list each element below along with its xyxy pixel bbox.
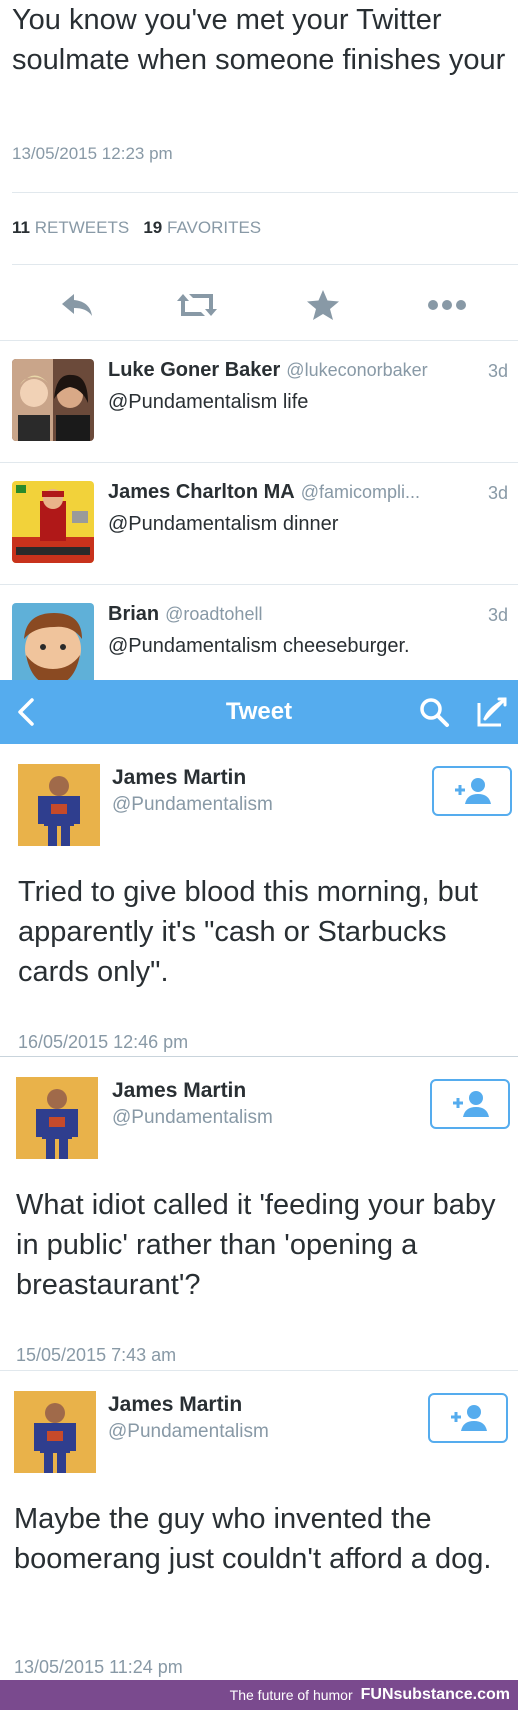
tweet-actions xyxy=(0,280,518,330)
avatar[interactable] xyxy=(16,1077,98,1159)
tweet-text: Maybe the guy who invented the boomerang… xyxy=(14,1503,492,1575)
reply-icon[interactable] xyxy=(52,280,102,330)
tweet-card[interactable]: James Martin @Pundamentalism What idiot … xyxy=(0,1056,518,1368)
tweet-handle[interactable]: @Pundamentalism xyxy=(112,794,273,816)
reply-item[interactable]: Luke Goner Baker @lukeconorbaker 3d @Pund… xyxy=(0,340,518,462)
reply-author[interactable]: Luke Goner Baker @lukeconorbaker xyxy=(108,359,428,382)
search-icon[interactable] xyxy=(416,694,452,730)
avatar[interactable] xyxy=(14,1391,96,1473)
reply-author[interactable]: Brian @roadtohell xyxy=(108,603,262,626)
retweets-label[interactable]: RETWEETS xyxy=(35,218,129,237)
favorite-icon[interactable] xyxy=(298,280,348,330)
tweet-timestamp: 16/05/2015 12:46 pm xyxy=(18,1032,189,1052)
tweet-author[interactable]: James Martin xyxy=(112,766,246,790)
more-icon[interactable] xyxy=(422,280,472,330)
follow-button[interactable] xyxy=(430,1079,510,1129)
compose-icon[interactable] xyxy=(474,694,510,730)
retweet-icon[interactable] xyxy=(172,280,222,330)
watermark-bar: The future of humor FUNsubstance.com xyxy=(0,1680,518,1710)
favorites-count[interactable]: 19 xyxy=(143,218,162,237)
reply-age: 3d xyxy=(487,605,508,625)
retweets-count[interactable]: 11 xyxy=(12,218,30,237)
reply-handle[interactable]: @famicompli... xyxy=(301,482,420,502)
reply-age: 3d xyxy=(487,483,508,503)
tweet-text: You know you've met your Twitter soulmat… xyxy=(12,4,506,76)
favorites-label[interactable]: FAVORITES xyxy=(167,218,261,237)
avatar[interactable] xyxy=(12,481,94,563)
avatar[interactable] xyxy=(18,764,100,846)
tweet-handle[interactable]: @Pundamentalism xyxy=(112,1107,273,1129)
reply-handle[interactable]: @lukeconorbaker xyxy=(286,360,427,380)
tweet-text: Tried to give blood this morning, but ap… xyxy=(18,876,478,988)
tweet-timestamp: 13/05/2015 11:24 pm xyxy=(14,1657,183,1677)
tweet-handle[interactable]: @Pundamentalism xyxy=(108,1421,269,1443)
follow-button[interactable] xyxy=(432,766,512,816)
avatar[interactable] xyxy=(12,603,94,680)
tweet-timestamp: 13/05/2015 12:23 pm xyxy=(12,144,173,163)
tweet-author[interactable]: James Martin xyxy=(108,1393,242,1417)
tweet-card[interactable]: James Martin @Pundamentalism Tried to gi… xyxy=(0,744,518,1056)
reply-handle[interactable]: @roadtohell xyxy=(165,604,262,624)
nav-bar: Tweet xyxy=(0,680,518,744)
tweet-timestamp: 15/05/2015 7:43 am xyxy=(16,1345,177,1365)
reply-item[interactable]: James Charlton MA @famicompli... 3d @Pund… xyxy=(0,462,518,584)
watermark-tagline: The future of humor xyxy=(229,1687,353,1703)
watermark-brand[interactable]: FUNsubstance.com xyxy=(361,1686,510,1704)
follow-button[interactable] xyxy=(428,1393,508,1443)
divider xyxy=(12,264,518,265)
tweet-stats: 11 RETWEETS 19 FAVORITES xyxy=(12,218,261,238)
avatar[interactable] xyxy=(12,359,94,441)
reply-text: @Pundamentalism dinner xyxy=(108,513,339,535)
reply-author[interactable]: James Charlton MA @famicompli... xyxy=(108,481,420,504)
tweet-author[interactable]: James Martin xyxy=(112,1079,246,1103)
divider xyxy=(12,192,518,193)
reply-text: @Pundamentalism life xyxy=(108,391,309,413)
reply-age: 3d xyxy=(487,361,508,381)
tweet-text: What idiot called it 'feeding your baby … xyxy=(16,1189,496,1301)
reply-text: @Pundamentalism cheeseburger. xyxy=(108,635,410,657)
reply-item[interactable]: Brian @roadtohell 3d @Pundamentalism chee… xyxy=(0,584,518,680)
tweet-card[interactable]: James Martin @Pundamentalism Maybe the g… xyxy=(0,1370,518,1680)
